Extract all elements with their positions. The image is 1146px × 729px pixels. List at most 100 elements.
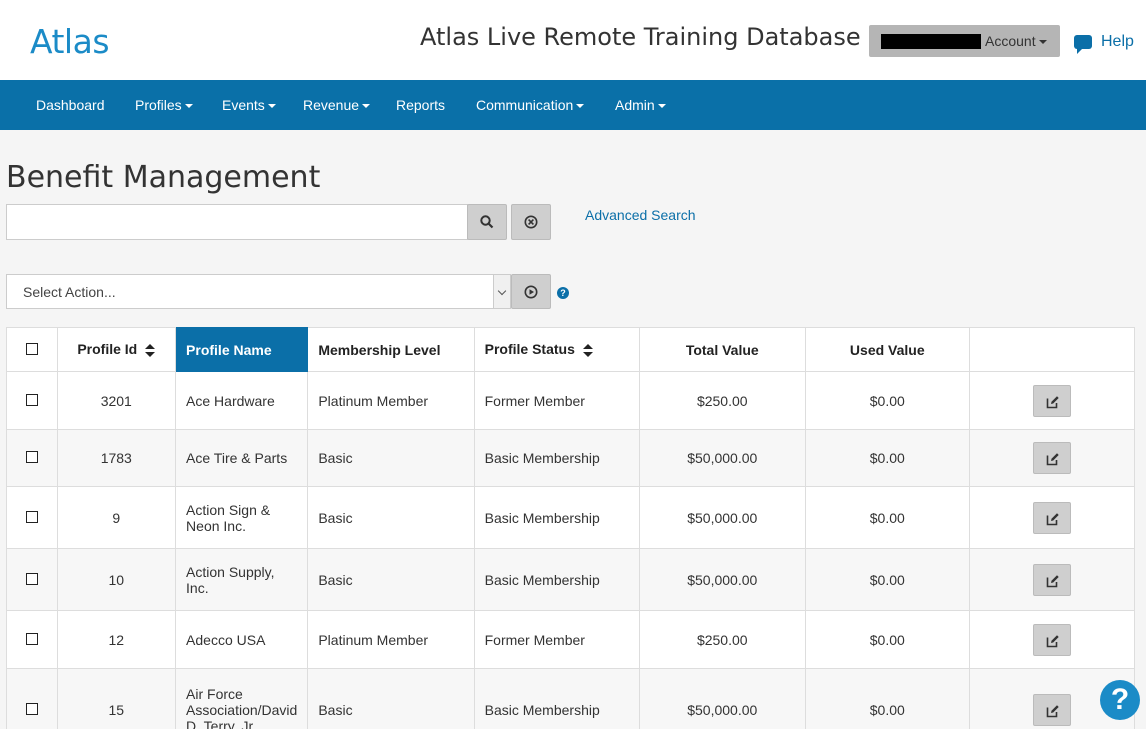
col-total-value[interactable]: Total Value [638,327,806,372]
table-row: 1783 Ace Tire & Parts Basic Basic Membershi… [6,429,1136,487]
edit-button[interactable] [1032,563,1071,596]
col-profile-id[interactable]: Profile Id [56,327,177,372]
select-all-cell [6,327,58,372]
col-profile-status[interactable]: Profile Status [473,327,640,372]
nav-label: Admin [615,97,655,113]
cell-total-value: $50,000.00 [638,668,806,729]
nav-communication[interactable]: Communication [476,97,585,113]
edit-icon [1046,634,1059,647]
col-profile-name[interactable]: Profile Name [175,327,309,372]
cell-profile-status: Former Member [473,610,640,669]
edit-button[interactable] [1032,623,1071,656]
table-row: 3201 Ace Hardware Platinum Member Former Me… [6,371,1136,430]
cell-actions [968,429,1136,487]
row-select-cell [6,371,58,430]
row-select-cell [6,486,58,549]
nav-reports[interactable]: Reports [396,97,445,113]
cell-used-value: $0.00 [804,486,970,549]
col-membership-level[interactable]: Membership Level [307,327,475,372]
account-dropdown[interactable]: Account [869,25,1060,57]
sort-icon [145,343,156,358]
select-all-checkbox[interactable] [25,342,38,355]
action-select[interactable]: Select Action... [6,274,511,309]
edit-button[interactable] [1032,384,1071,417]
nav-label: Revenue [303,97,360,113]
clear-icon [524,215,538,229]
cell-used-value: $0.00 [804,548,970,611]
redacted-username [881,34,981,49]
edit-icon [1046,453,1059,466]
nav-events[interactable]: Events [222,97,276,113]
info-icon[interactable]: ? [557,287,569,299]
edit-icon [1046,574,1059,587]
col-header-label: Profile Id [77,341,138,358]
col-used-value[interactable]: Used Value [804,327,970,372]
cell-profile-id: 1783 [56,429,177,487]
nav-label: Events [222,97,265,113]
edit-icon [1046,395,1059,408]
row-checkbox[interactable] [25,393,38,406]
account-label: Account [985,33,1036,49]
cell-used-value: $0.00 [804,429,970,487]
sort-icon [582,343,593,358]
main-nav: Dashboard Profiles Events Revenue Report… [0,80,1146,130]
table-header-row: Profile Id Profile Name Membership Level… [6,327,1136,372]
edit-button[interactable] [1032,442,1071,474]
edit-icon [1046,512,1059,525]
clear-search-button[interactable] [511,204,551,240]
cell-actions [968,610,1136,669]
caret-down-icon [576,104,585,109]
run-action-button[interactable] [511,274,551,309]
row-checkbox[interactable] [25,632,38,645]
edit-button[interactable] [1032,693,1071,726]
cell-profile-id: 9 [56,486,177,549]
row-checkbox[interactable] [25,510,38,523]
nav-admin[interactable]: Admin [615,97,666,113]
edit-button[interactable] [1032,501,1071,534]
cell-total-value: $50,000.00 [638,548,806,611]
row-select-cell [6,548,58,611]
run-icon [524,285,538,299]
cell-profile-name: Action Sign & Neon Inc. [175,486,309,549]
action-select-value: Select Action... [23,284,116,300]
table-row: 9 Action Sign & Neon Inc. Basic Basic Membe… [6,486,1136,549]
atlas-logo[interactable]: Atlas [30,22,110,61]
cell-profile-status: Basic Membership [473,548,640,611]
row-select-cell [6,429,58,487]
chevron-down-icon [493,275,510,308]
cell-profile-name: Ace Tire & Parts [175,429,309,487]
table-row: 12 Adecco USA Platinum Member Former Member… [6,610,1136,669]
nav-profiles[interactable]: Profiles [135,97,193,113]
col-header-label: Total Value [685,341,759,358]
app-title: Atlas Live Remote Training Database [420,23,861,51]
nav-revenue[interactable]: Revenue [303,97,371,113]
col-header-label: Profile Status [484,341,575,358]
search-input[interactable] [6,204,468,240]
caret-down-icon [267,104,276,109]
cell-total-value: $250.00 [638,371,806,430]
help-float-icon[interactable]: ? [1100,680,1140,720]
col-actions [968,327,1136,372]
row-checkbox[interactable] [25,702,38,715]
col-header-label: Used Value [849,341,925,358]
cell-profile-status: Basic Membership [473,429,640,487]
cell-membership-level: Basic [307,486,475,549]
cell-profile-id: 12 [56,610,177,669]
row-checkbox[interactable] [25,572,38,585]
col-header-label: Membership Level [318,341,441,358]
cell-used-value: $0.00 [804,371,970,430]
table-row: 15 Air Force Association/David D. Terry, … [6,668,1136,729]
caret-down-icon [184,104,193,109]
cell-used-value: $0.00 [804,668,970,729]
cell-actions [968,486,1136,549]
cell-membership-level: Basic [307,429,475,487]
cell-profile-status: Former Member [473,371,640,430]
nav-label: Profiles [135,97,182,113]
cell-membership-level: Basic [307,668,475,729]
nav-dashboard[interactable]: Dashboard [36,97,105,113]
cell-total-value: $50,000.00 [638,429,806,487]
advanced-search-link[interactable]: Advanced Search [585,207,696,223]
search-button[interactable] [467,204,507,240]
caret-down-icon [1038,40,1047,45]
row-checkbox[interactable] [25,451,38,463]
